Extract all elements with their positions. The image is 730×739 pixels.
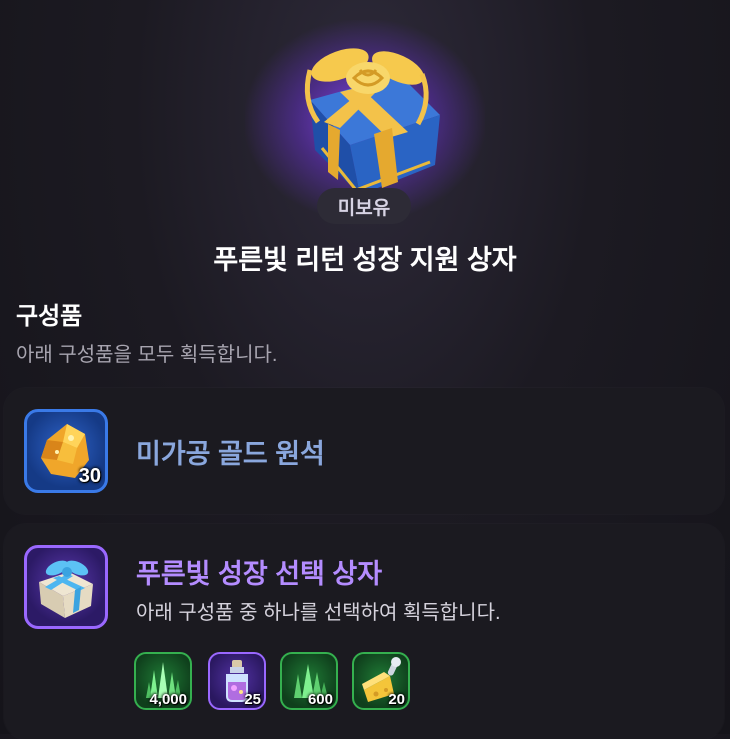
quantity-label: 4,000 [149,691,187,708]
component-name: 미가공 골드 원석 [136,439,325,469]
quantity-label: 25 [244,691,261,708]
section-title: 구성품 [16,303,83,330]
quantity-label: 20 [388,691,405,708]
component-icon-frame[interactable]: 30 [24,409,108,493]
quantity-label: 600 [307,691,333,708]
section-description: 아래 구성품을 모두 획득합니다. [16,344,278,366]
choice-item-cheese[interactable]: 20 [352,652,410,710]
component-card-gold-ore[interactable]: 30 미가공 골드 원석 [4,388,724,514]
component-description: 아래 구성품 중 하나를 선택하여 획득합니다. [136,602,501,624]
item-title: 푸른빛 리턴 성장 지원 상자 [213,245,517,275]
gift-box-icon [39,560,93,618]
component-card-selection-box[interactable]: 푸른빛 성장 선택 상자 아래 구성품 중 하나를 선택하여 획득합니다. 4,… [4,524,724,739]
choice-item-potion[interactable]: 25 [208,652,266,710]
gift-box-icon [304,48,440,195]
quantity-label: 30 [78,465,101,487]
component-name: 푸른빛 성장 선택 상자 [136,559,383,589]
item-hero: 미보유 푸른빛 리턴 성장 지원 상자 [0,0,730,290]
choice-item-green-crystal[interactable]: 600 [280,652,338,710]
status-badge: 미보유 [317,188,411,224]
component-icon-frame[interactable] [24,545,108,629]
choice-item-green-crystal[interactable]: 4,000 [134,652,192,710]
